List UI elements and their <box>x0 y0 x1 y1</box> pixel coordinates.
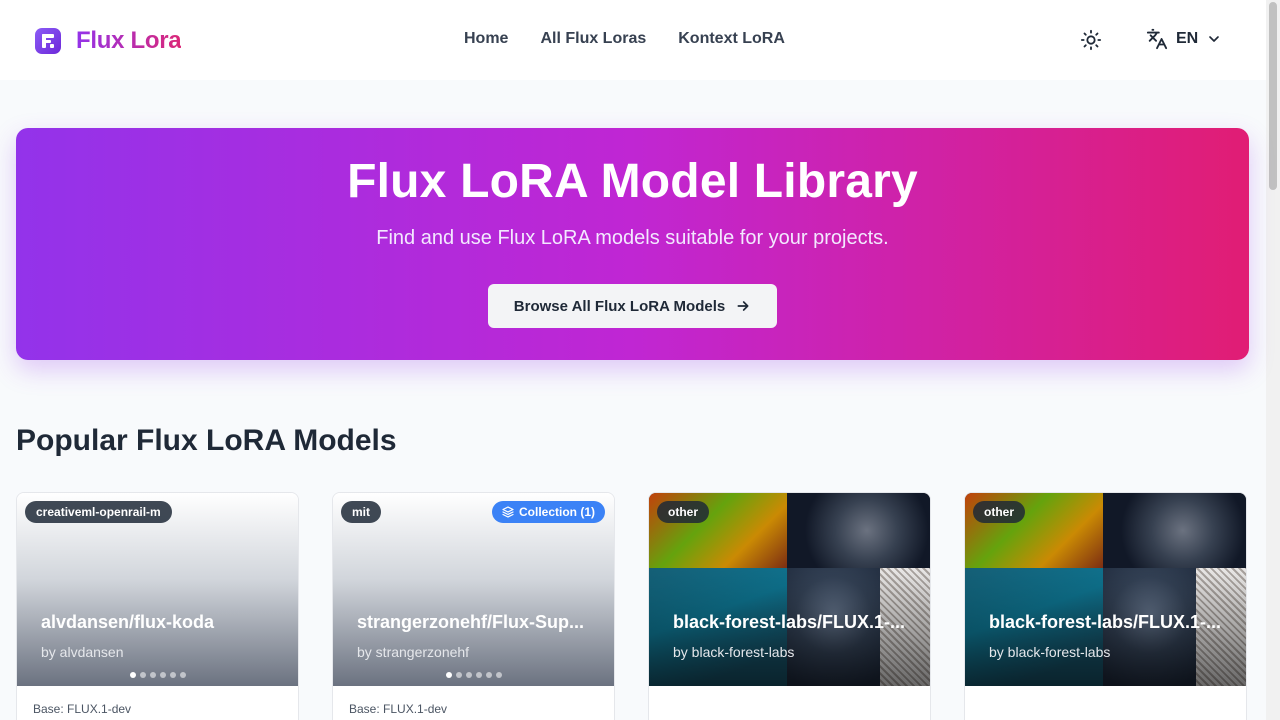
license-badge: other <box>657 501 709 523</box>
model-card[interactable]: other black-forest-labs/FLUX.1-... by bl… <box>964 492 1247 720</box>
layers-icon <box>502 506 514 518</box>
license-badge: mit <box>341 501 381 523</box>
card-title: strangerzonehf/Flux-Sup... <box>357 612 585 632</box>
carousel-dot[interactable] <box>180 672 186 678</box>
page-scrollbar[interactable] <box>1266 0 1280 720</box>
carousel-dot[interactable] <box>170 672 176 678</box>
arrow-right-icon <box>737 301 749 311</box>
card-title: black-forest-labs/FLUX.1-... <box>989 612 1222 632</box>
nav-home[interactable]: Home <box>464 30 508 48</box>
card-preview[interactable]: creativeml-openrail-m alvdansen/flux-kod… <box>17 493 298 686</box>
carousel-dot[interactable] <box>140 672 146 678</box>
collection-label: Collection (1) <box>518 505 595 519</box>
card-base-model: Base: FLUX.1-dev <box>349 702 448 716</box>
carousel-dot[interactable] <box>496 672 502 678</box>
carousel-dot[interactable] <box>486 672 492 678</box>
card-base-model: Base: FLUX.1-dev <box>33 702 132 716</box>
site-header: Flux Lora Home All Flux Loras Kontext Lo… <box>0 0 1266 80</box>
main-nav: Home All Flux Loras Kontext LoRA <box>448 30 785 48</box>
card-author: by black-forest-labs <box>673 644 795 660</box>
nav-all-flux-loras[interactable]: All Flux Loras <box>540 30 646 48</box>
card-author: by black-forest-labs <box>989 644 1111 660</box>
carousel-dot[interactable] <box>160 672 166 678</box>
chevron-down-icon <box>1209 36 1220 42</box>
carousel-dot[interactable] <box>130 672 136 678</box>
card-title: alvdansen/flux-koda <box>41 612 215 632</box>
theme-toggle-button[interactable] <box>1078 27 1104 53</box>
model-card-grid: creativeml-openrail-m alvdansen/flux-kod… <box>16 492 1247 720</box>
card-preview[interactable]: other black-forest-labs/FLUX.1-... by bl… <box>965 493 1246 686</box>
card-author: by strangerzonehf <box>357 644 470 660</box>
card-preview[interactable]: other black-forest-labs/FLUX.1-... by bl… <box>649 493 930 686</box>
model-card[interactable]: other black-forest-labs/FLUX.1-... by bl… <box>648 492 931 720</box>
hero-banner: Flux LoRA Model Library Find and use Flu… <box>16 128 1249 360</box>
card-title: black-forest-labs/FLUX.1-... <box>673 612 906 632</box>
logo-text: Flux Lora <box>76 27 182 54</box>
hero-subtitle: Find and use Flux LoRA models suitable f… <box>376 227 889 249</box>
browse-all-label: Browse All Flux LoRA Models <box>513 297 726 315</box>
logo-link[interactable]: Flux Lora <box>35 27 182 55</box>
card-preview[interactable]: mit Collection (1) strangerzonehf/Flux-S… <box>333 493 614 686</box>
language-code: EN <box>1176 30 1199 47</box>
browse-all-button[interactable]: Browse All Flux LoRA Models <box>488 284 777 328</box>
carousel-dots <box>130 672 186 678</box>
logo-icon <box>35 28 61 54</box>
license-badge: creativeml-openrail-m <box>25 501 172 523</box>
collection-badge[interactable]: Collection (1) <box>491 501 605 523</box>
carousel-dots <box>446 672 502 678</box>
carousel-dot[interactable] <box>446 672 452 678</box>
carousel-dot[interactable] <box>150 672 156 678</box>
license-badge: other <box>973 501 1025 523</box>
language-selector[interactable]: EN <box>1146 28 1222 50</box>
sun-icon <box>1080 29 1102 51</box>
popular-section-title: Popular Flux LoRA Models <box>16 424 397 457</box>
carousel-dot[interactable] <box>466 672 472 678</box>
translate-icon <box>1146 28 1168 50</box>
nav-kontext-lora[interactable]: Kontext LoRA <box>678 30 785 48</box>
model-card[interactable]: creativeml-openrail-m alvdansen/flux-kod… <box>16 492 299 720</box>
card-author: by alvdansen <box>41 644 124 660</box>
model-card[interactable]: mit Collection (1) strangerzonehf/Flux-S… <box>332 492 615 720</box>
scrollbar-thumb[interactable] <box>1269 2 1277 190</box>
carousel-dot[interactable] <box>456 672 462 678</box>
hero-title: Flux LoRA Model Library <box>347 155 918 208</box>
carousel-dot[interactable] <box>476 672 482 678</box>
